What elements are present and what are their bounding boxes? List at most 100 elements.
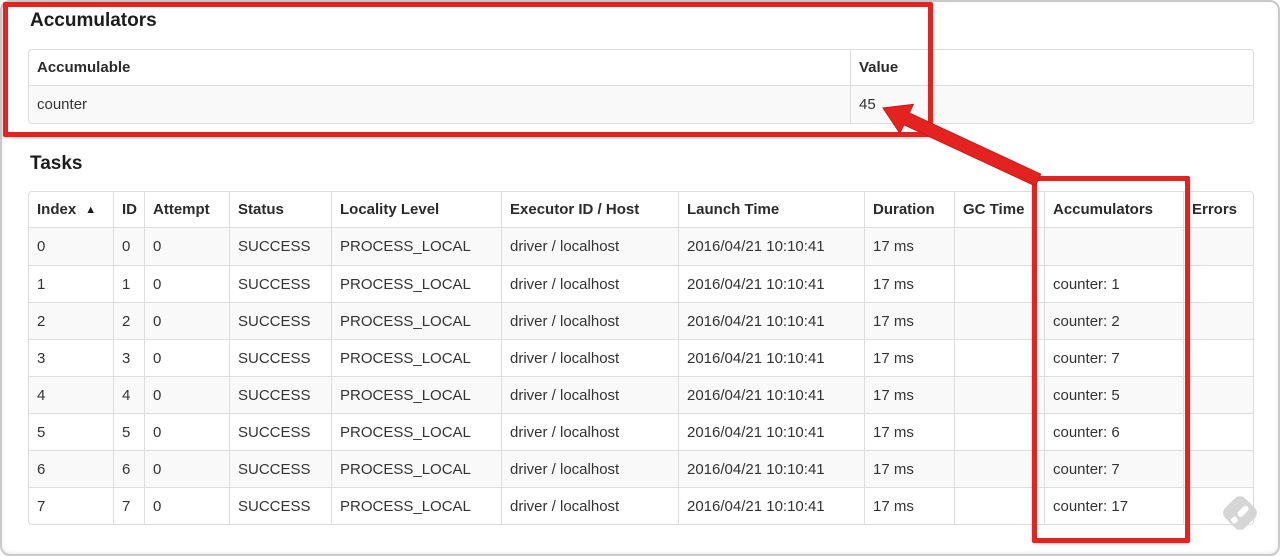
cell-id: 6 xyxy=(113,450,144,487)
cell-id: 1 xyxy=(113,265,144,302)
cell-executor-id-host: driver / localhost xyxy=(501,487,678,524)
cell-id: 5 xyxy=(113,413,144,450)
cell-duration: 17 ms xyxy=(864,265,954,302)
cell-locality-level: PROCESS_LOCAL xyxy=(331,228,501,265)
watermark-logo-icon xyxy=(1220,493,1260,534)
col-header-executor-id-host[interactable]: Executor ID / Host xyxy=(501,192,678,228)
cell-id: 0 xyxy=(113,228,144,265)
col-header-index[interactable]: Index ▲ xyxy=(29,192,113,228)
col-header-attempt[interactable]: Attempt xyxy=(144,192,229,228)
accumulators-header-row: Accumulable Value xyxy=(29,50,1253,86)
cell-errors xyxy=(1183,339,1253,376)
cell-attempt: 0 xyxy=(144,228,229,265)
col-header-id[interactable]: ID xyxy=(113,192,144,228)
cell-status: SUCCESS xyxy=(229,413,331,450)
cell-accumulators: counter: 5 xyxy=(1044,376,1183,413)
tasks-section-title: Tasks xyxy=(30,153,83,174)
cell-executor-id-host: driver / localhost xyxy=(501,265,678,302)
task-row: 6 6 0 SUCCESS PROCESS_LOCAL driver / loc… xyxy=(29,450,1253,487)
cell-index: 2 xyxy=(29,302,113,339)
cell-errors xyxy=(1183,265,1253,302)
cell-gc-time xyxy=(954,339,1044,376)
task-row: 3 3 0 SUCCESS PROCESS_LOCAL driver / loc… xyxy=(29,339,1253,376)
col-header-locality-level[interactable]: Locality Level xyxy=(331,192,501,228)
cell-status: SUCCESS xyxy=(229,376,331,413)
cell-executor-id-host: driver / localhost xyxy=(501,376,678,413)
cell-errors xyxy=(1183,376,1253,413)
cell-id: 4 xyxy=(113,376,144,413)
accumulator-row: counter 45 xyxy=(29,86,1253,123)
cell-duration: 17 ms xyxy=(864,413,954,450)
cell-executor-id-host: driver / localhost xyxy=(501,302,678,339)
cell-accumulable-name[interactable]: counter xyxy=(29,86,850,123)
cell-gc-time xyxy=(954,376,1044,413)
cell-errors xyxy=(1183,228,1253,265)
cell-launch-time: 2016/04/21 10:10:41 xyxy=(678,376,864,413)
cell-executor-id-host: driver / localhost xyxy=(501,413,678,450)
cell-gc-time xyxy=(954,450,1044,487)
cell-launch-time: 2016/04/21 10:10:41 xyxy=(678,302,864,339)
cell-locality-level: PROCESS_LOCAL xyxy=(331,339,501,376)
cell-index: 5 xyxy=(29,413,113,450)
cell-index: 0 xyxy=(29,228,113,265)
cell-status: SUCCESS xyxy=(229,450,331,487)
col-header-errors[interactable]: Errors xyxy=(1183,192,1253,228)
cell-locality-level: PROCESS_LOCAL xyxy=(331,487,501,524)
col-header-status[interactable]: Status xyxy=(229,192,331,228)
cell-duration: 17 ms xyxy=(864,450,954,487)
tasks-table: Index ▲ ID Attempt Status Locality Level … xyxy=(28,191,1254,525)
cell-gc-time xyxy=(954,265,1044,302)
cell-status: SUCCESS xyxy=(229,339,331,376)
watermark-dot xyxy=(1230,515,1239,525)
task-row: 4 4 0 SUCCESS PROCESS_LOCAL driver / loc… xyxy=(29,376,1253,413)
task-row: 2 2 0 SUCCESS PROCESS_LOCAL driver / loc… xyxy=(29,302,1253,339)
cell-accumulators: counter: 7 xyxy=(1044,339,1183,376)
accumulators-table: Accumulable Value counter 45 xyxy=(28,49,1254,124)
cell-index: 1 xyxy=(29,265,113,302)
cell-accumulators: counter: 2 xyxy=(1044,302,1183,339)
cell-accumulable-value: 45 xyxy=(850,86,1253,123)
cell-attempt: 0 xyxy=(144,339,229,376)
cell-accumulators: counter: 1 xyxy=(1044,265,1183,302)
task-row: 0 0 0 SUCCESS PROCESS_LOCAL driver / loc… xyxy=(29,228,1253,265)
cell-locality-level: PROCESS_LOCAL xyxy=(331,265,501,302)
cell-index: 4 xyxy=(29,376,113,413)
sort-ascending-icon[interactable]: ▲ xyxy=(85,204,96,216)
col-header-accumulators[interactable]: Accumulators xyxy=(1044,192,1183,228)
col-header-gc-time[interactable]: GC Time xyxy=(954,192,1044,228)
cell-attempt: 0 xyxy=(144,487,229,524)
cell-duration: 17 ms xyxy=(864,376,954,413)
cell-accumulators xyxy=(1044,228,1183,265)
cell-index: 7 xyxy=(29,487,113,524)
page-content: Accumulators Accumulable Value counter 4… xyxy=(28,10,1254,525)
cell-accumulators: counter: 7 xyxy=(1044,450,1183,487)
cell-duration: 17 ms xyxy=(864,302,954,339)
task-row: 5 5 0 SUCCESS PROCESS_LOCAL driver / loc… xyxy=(29,413,1253,450)
col-header-duration[interactable]: Duration xyxy=(864,192,954,228)
cell-errors xyxy=(1183,413,1253,450)
spark-ui-stage-page: Accumulators Accumulable Value counter 4… xyxy=(0,0,1280,556)
cell-index: 6 xyxy=(29,450,113,487)
cell-id: 7 xyxy=(113,487,144,524)
cell-status: SUCCESS xyxy=(229,302,331,339)
col-header-launch-time[interactable]: Launch Time xyxy=(678,192,864,228)
cell-status: SUCCESS xyxy=(229,265,331,302)
cell-launch-time: 2016/04/21 10:10:41 xyxy=(678,265,864,302)
cell-executor-id-host: driver / localhost xyxy=(501,228,678,265)
accumulators-section-title: Accumulators xyxy=(30,10,157,31)
cell-executor-id-host: driver / localhost xyxy=(501,450,678,487)
watermark-diamond xyxy=(1220,493,1260,533)
cell-attempt: 0 xyxy=(144,376,229,413)
cell-locality-level: PROCESS_LOCAL xyxy=(331,302,501,339)
cell-gc-time xyxy=(954,228,1044,265)
cell-launch-time: 2016/04/21 10:10:41 xyxy=(678,228,864,265)
col-header-value: Value xyxy=(850,50,1253,86)
cell-attempt: 0 xyxy=(144,265,229,302)
cell-status: SUCCESS xyxy=(229,487,331,524)
task-row: 7 7 0 SUCCESS PROCESS_LOCAL driver / loc… xyxy=(29,487,1253,524)
cell-duration: 17 ms xyxy=(864,487,954,524)
cell-locality-level: PROCESS_LOCAL xyxy=(331,450,501,487)
cell-executor-id-host: driver / localhost xyxy=(501,339,678,376)
cell-errors xyxy=(1183,450,1253,487)
cell-locality-level: PROCESS_LOCAL xyxy=(331,376,501,413)
